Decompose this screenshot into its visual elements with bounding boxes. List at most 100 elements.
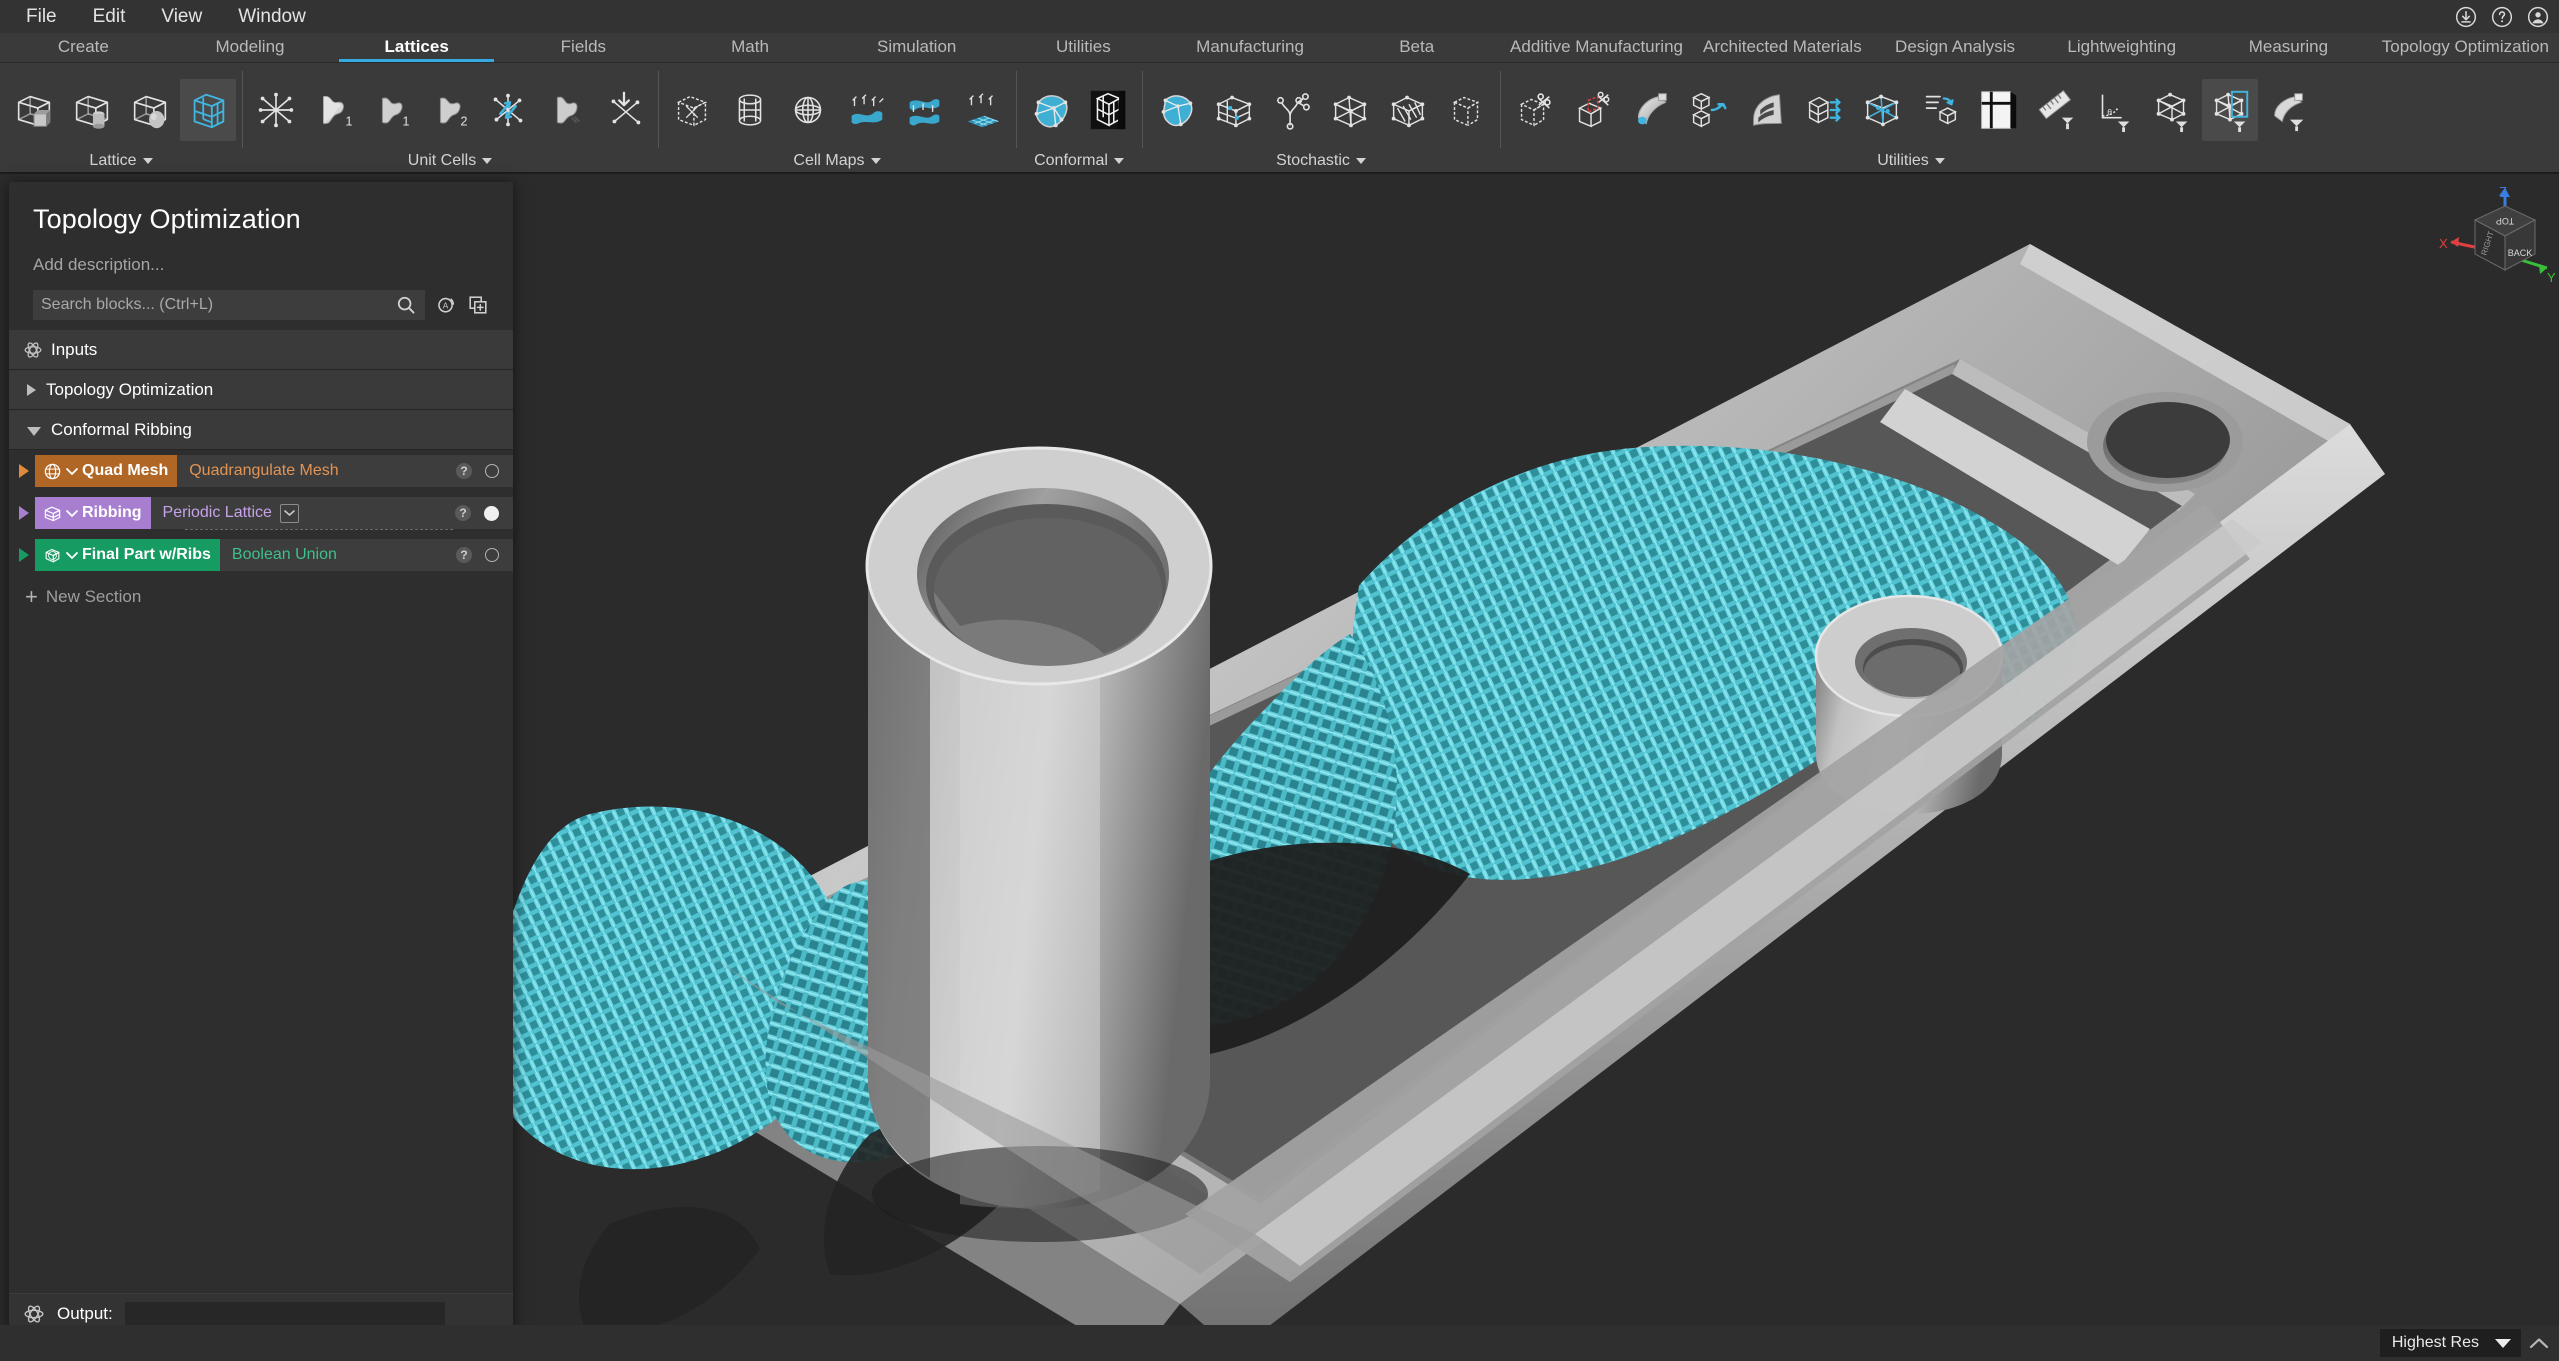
resolution-dropdown[interactable]: Highest Res bbox=[2379, 1329, 2521, 1357]
block-body[interactable]: Ribbing Periodic Lattice? bbox=[35, 497, 513, 530]
cell-map-mesh-icon[interactable] bbox=[954, 79, 1010, 141]
lattice-merge-icon[interactable] bbox=[1912, 79, 1968, 141]
chevron-down-icon[interactable] bbox=[1934, 158, 1945, 164]
stochastic-box-lattice-icon[interactable] bbox=[1206, 79, 1262, 141]
new-section-button[interactable]: + New Section bbox=[9, 576, 513, 618]
lattice-box-cylinder-icon[interactable] bbox=[64, 79, 120, 141]
chevron-down-icon[interactable] bbox=[870, 158, 881, 164]
stochastic-branching-icon[interactable] bbox=[1264, 79, 1320, 141]
lattice-node-edit-icon[interactable] bbox=[1854, 79, 1910, 141]
tab-beta[interactable]: Beta bbox=[1333, 32, 1500, 62]
lattice-grid-highlight-icon[interactable] bbox=[180, 78, 236, 141]
voronoi-surface-icon[interactable] bbox=[1148, 79, 1204, 141]
tab-architected-materials[interactable]: Architected Materials bbox=[1693, 32, 1872, 62]
lattice-trim-icon[interactable] bbox=[1506, 79, 1562, 141]
block-body[interactable]: Quad Mesh Quadrangulate Mesh? bbox=[35, 455, 513, 487]
measure-angle-icon[interactable]: θ bbox=[2086, 79, 2142, 141]
cell-map-cylinder-icon[interactable] bbox=[722, 79, 778, 141]
tree-section-conformal-ribbing[interactable]: Conformal Ribbing bbox=[9, 410, 513, 450]
block-body[interactable]: Final Part w/Ribs Boolean Union? bbox=[35, 539, 513, 571]
chevron-down-icon[interactable] bbox=[66, 509, 78, 518]
chevron-up-icon[interactable] bbox=[2529, 1336, 2549, 1350]
description-field[interactable]: Add description... bbox=[33, 255, 489, 275]
lattice-box-sphere-icon[interactable] bbox=[122, 79, 178, 141]
menu-item-edit[interactable]: Edit bbox=[75, 0, 144, 33]
chevron-down-icon[interactable] bbox=[482, 158, 493, 164]
unit-cell-graph-icon[interactable] bbox=[248, 79, 304, 141]
auto-layout-icon[interactable]: A bbox=[435, 294, 457, 316]
tpms-thickened-2-icon[interactable]: 2 bbox=[422, 79, 478, 141]
tab-modeling[interactable]: Modeling bbox=[167, 32, 334, 62]
cell-map-sphere-icon[interactable] bbox=[780, 79, 836, 141]
ribbon-group-label[interactable]: Unit Cells bbox=[408, 152, 493, 170]
tree-section-inputs[interactable]: Inputs bbox=[9, 330, 513, 370]
unit-cell-transform-icon[interactable] bbox=[480, 79, 536, 141]
lattice-extract-icon[interactable] bbox=[2260, 79, 2316, 141]
ribbon-group-label[interactable]: Conformal bbox=[1034, 152, 1124, 170]
visibility-toggle[interactable] bbox=[484, 505, 499, 521]
conformal-solid-lattice-icon[interactable] bbox=[1080, 79, 1136, 141]
lattice-cut-icon[interactable] bbox=[1564, 79, 1620, 141]
lattice-inspect-icon[interactable] bbox=[2144, 79, 2200, 141]
lattice-split-icon[interactable] bbox=[1680, 79, 1736, 141]
ribbon-group-label[interactable]: Utilities bbox=[1877, 152, 1945, 170]
chevron-down-icon[interactable] bbox=[27, 426, 41, 436]
conformal-surface-lattice-icon[interactable] bbox=[1022, 79, 1078, 141]
ribbon-group-label[interactable]: Stochastic bbox=[1276, 152, 1366, 170]
tab-design-analysis[interactable]: Design Analysis bbox=[1872, 32, 2039, 62]
search-icon[interactable] bbox=[395, 294, 417, 316]
search-input[interactable]: Search blocks... (Ctrl+L) bbox=[33, 290, 425, 320]
account-icon[interactable] bbox=[2527, 6, 2549, 28]
block-row[interactable]: Quad Mesh Quadrangulate Mesh? bbox=[9, 450, 513, 492]
download-icon[interactable] bbox=[2455, 6, 2477, 28]
lattice-select-region-icon[interactable] bbox=[2202, 78, 2258, 141]
unit-cell-import-icon[interactable] bbox=[596, 79, 652, 141]
block-row[interactable]: Final Part w/Ribs Boolean Union? bbox=[9, 534, 513, 576]
stochastic-cell-icon[interactable] bbox=[1322, 79, 1378, 141]
help-icon[interactable]: ? bbox=[456, 547, 472, 563]
cell-map-box-icon[interactable] bbox=[664, 79, 720, 141]
chevron-down-icon[interactable] bbox=[66, 467, 78, 476]
block-badge[interactable]: Ribbing bbox=[35, 497, 151, 529]
tab-fields[interactable]: Fields bbox=[500, 32, 667, 62]
tab-simulation[interactable]: Simulation bbox=[833, 32, 1000, 62]
tab-create[interactable]: Create bbox=[0, 32, 167, 62]
tab-additive-manufacturing[interactable]: Additive Manufacturing bbox=[1500, 32, 1693, 62]
tpms-thickened-1-icon[interactable]: 1 bbox=[364, 79, 420, 141]
help-icon[interactable]: ? bbox=[456, 463, 472, 479]
lattice-shell-icon[interactable] bbox=[1738, 79, 1794, 141]
block-type-dropdown[interactable] bbox=[279, 503, 299, 523]
menu-item-window[interactable]: Window bbox=[220, 0, 324, 33]
stochastic-random-lattice-icon[interactable] bbox=[1380, 79, 1436, 141]
tpms-surface-1-icon[interactable]: 1 bbox=[306, 79, 362, 141]
output-value-field[interactable] bbox=[124, 1301, 445, 1326]
cell-map-surface-lower-icon[interactable] bbox=[838, 79, 894, 141]
chevron-down-icon[interactable] bbox=[66, 551, 78, 560]
chevron-right-icon[interactable] bbox=[19, 506, 29, 520]
tpms-trim-icon[interactable] bbox=[538, 79, 594, 141]
tab-utilities[interactable]: Utilities bbox=[1000, 32, 1167, 62]
chevron-down-icon[interactable] bbox=[1113, 158, 1124, 164]
tab-manufacturing[interactable]: Manufacturing bbox=[1167, 32, 1334, 62]
chevron-down-icon[interactable] bbox=[1355, 158, 1366, 164]
tab-topology-optimization[interactable]: Topology Optimization bbox=[2372, 32, 2559, 62]
visibility-toggle[interactable] bbox=[485, 548, 499, 562]
cell-map-surface-pair-icon[interactable] bbox=[896, 79, 952, 141]
stochastic-strut-icon[interactable] bbox=[1438, 79, 1494, 141]
lattice-thicken-icon[interactable] bbox=[1622, 79, 1678, 141]
lattice-offset-icon[interactable] bbox=[1796, 79, 1852, 141]
menu-item-view[interactable]: View bbox=[143, 0, 220, 33]
lattice-box-cube-icon[interactable] bbox=[6, 79, 62, 141]
visibility-toggle[interactable] bbox=[485, 464, 499, 478]
ribbon-group-label[interactable]: Cell Maps bbox=[793, 152, 881, 170]
help-icon[interactable] bbox=[2491, 6, 2513, 28]
tree-section-topology-optimization[interactable]: Topology Optimization bbox=[9, 370, 513, 410]
chevron-down-icon[interactable] bbox=[2495, 1338, 2511, 1349]
tab-measuring[interactable]: Measuring bbox=[2205, 32, 2372, 62]
chevron-right-icon[interactable] bbox=[19, 548, 29, 562]
measure-ruler-icon[interactable] bbox=[2028, 79, 2084, 141]
block-row[interactable]: Ribbing Periodic Lattice? bbox=[9, 492, 513, 534]
menu-item-file[interactable]: File bbox=[8, 0, 75, 33]
chevron-right-icon[interactable] bbox=[27, 383, 36, 396]
help-icon[interactable]: ? bbox=[455, 505, 471, 521]
